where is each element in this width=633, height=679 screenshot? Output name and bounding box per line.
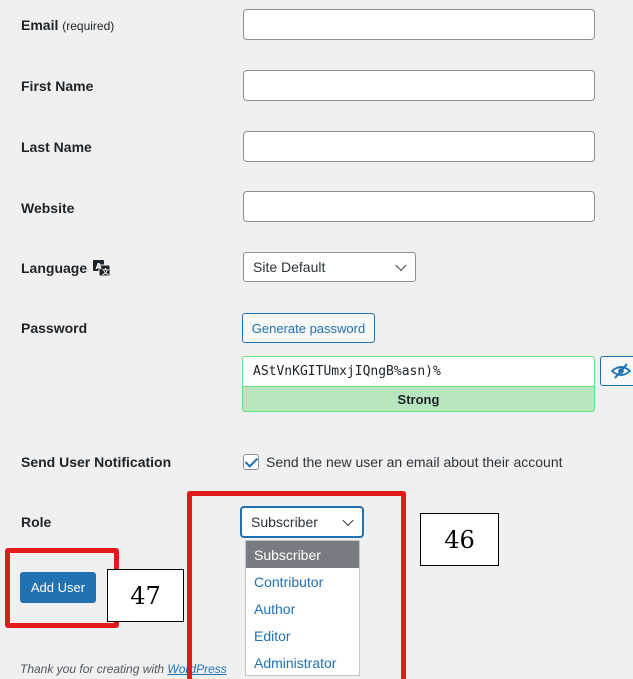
hide-password-button[interactable] (600, 356, 633, 386)
notification-checkbox[interactable] (243, 454, 259, 470)
website-label: Website (21, 200, 75, 216)
language-select-value: Site Default (253, 259, 326, 275)
email-field[interactable] (243, 9, 595, 40)
generate-password-button[interactable]: Generate password (242, 313, 375, 343)
annotation-46: 46 (420, 513, 499, 566)
chevron-down-icon (395, 259, 407, 272)
first-name-label: First Name (21, 78, 94, 94)
language-select[interactable]: Site Default (243, 252, 416, 282)
notification-text: Send the new user an email about their a… (266, 454, 563, 470)
password-label: Password (21, 320, 88, 336)
annotation-47: 47 (107, 569, 184, 622)
password-strength-indicator: Strong (242, 387, 595, 412)
last-name-field[interactable] (243, 131, 595, 162)
required-note: (required) (62, 19, 115, 33)
password-field[interactable]: AStVnKGITUmxjIQngB%asn)% (242, 356, 595, 387)
highlight-box-role (187, 491, 406, 679)
email-label: Email (required) (21, 17, 115, 33)
notification-label: Send User Notification (21, 454, 172, 470)
eye-slash-icon (611, 363, 631, 379)
role-label: Role (21, 514, 52, 530)
language-label: Language A 文 (21, 260, 111, 276)
last-name-label: Last Name (21, 139, 92, 155)
svg-text:文: 文 (102, 267, 110, 276)
first-name-field[interactable] (243, 70, 595, 101)
translation-icon: A 文 (93, 260, 111, 276)
highlight-box-add-user (5, 548, 119, 628)
website-field[interactable] (243, 191, 595, 222)
